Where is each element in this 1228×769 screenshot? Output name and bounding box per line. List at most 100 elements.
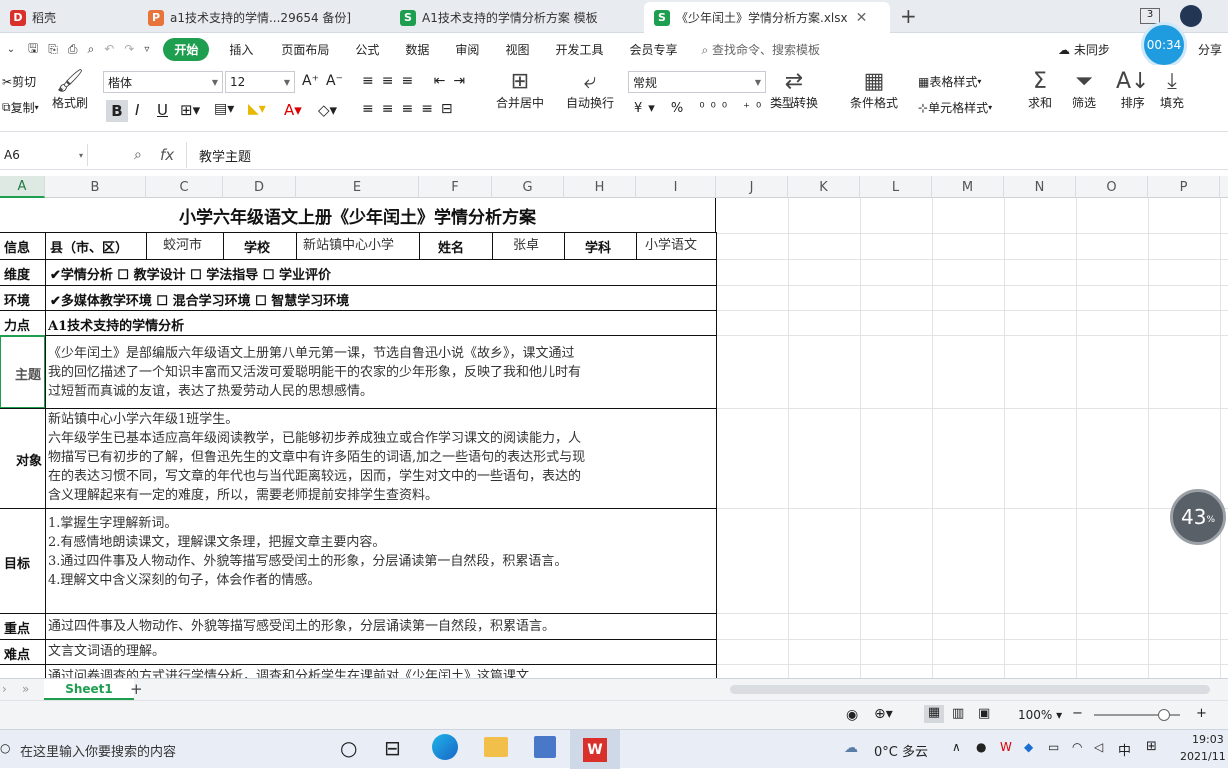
conditional-format-button[interactable]: ▦ 条件格式	[850, 69, 898, 111]
edge-icon[interactable]	[432, 734, 458, 760]
column-header-J[interactable]: J	[716, 176, 788, 198]
sort-button[interactable]: A↓ 排序	[1116, 69, 1149, 111]
next-label-cell[interactable]	[0, 664, 46, 678]
table-style-button[interactable]: ▦ 表格样式 ▾	[918, 73, 981, 90]
close-icon[interactable]: ✕	[856, 10, 868, 26]
search-commands[interactable]: ⌕ 查找命令、搜索模板	[701, 41, 820, 58]
menu-data[interactable]: 数据	[405, 41, 429, 58]
wps-taskbar-button[interactable]: W	[570, 730, 620, 769]
keypoint-value-cell[interactable]: 通过四件事及人物动作、外貌等描写感受闰土的形象，分层诵读第一自然段，积累语言。	[45, 613, 717, 640]
grow-font-icon[interactable]: A⁺	[302, 73, 319, 89]
window-count-badge[interactable]: 3	[1140, 8, 1160, 24]
ability-value-cell[interactable]: A1技术支持的学情分析	[45, 310, 717, 336]
filter-button[interactable]: ⏷ 筛选	[1072, 69, 1096, 111]
zoom-slider-thumb[interactable]	[1158, 709, 1170, 721]
prev-sheet-icon[interactable]: ›	[2, 682, 7, 696]
menu-member[interactable]: 会员专享	[629, 41, 677, 58]
dimension-value-cell[interactable]: ✔学情分析 ☐ 教学设计 ☐ 学法指导 ☐ 学业评价	[45, 259, 717, 286]
file-explorer-icon[interactable]	[484, 737, 508, 757]
tab-active-workbook[interactable]: S 《少年闰土》学情分析方案.xlsx ✕	[644, 2, 890, 33]
dimension-label-cell[interactable]: 维度	[0, 259, 46, 286]
zoom-out-icon[interactable]: −	[1072, 706, 1083, 721]
menu-home[interactable]: 开始	[163, 37, 210, 61]
spreadsheet-grid[interactable]: 小学六年级语文上册《少年闰土》学情分析方案 信息 县（市、区） 蛟河市 学校 新…	[0, 198, 1228, 678]
share-button[interactable]: 分享	[1198, 41, 1222, 58]
tab-template[interactable]: S A1技术支持的学情分析方案 模板	[390, 2, 638, 33]
column-header-E[interactable]: E	[296, 176, 419, 198]
font-size-select[interactable]: 12 ▼	[225, 71, 295, 93]
environment-value-cell[interactable]: ✔多媒体教学环境 ☐ 混合学习环境 ☐ 智慧学习环境	[45, 285, 717, 311]
column-header-I[interactable]: I	[636, 176, 716, 198]
menu-formula[interactable]: 公式	[355, 41, 379, 58]
goal-value-cell[interactable]: 1.掌握生字理解新词。 2.有感情地朗读课文，理解课文条理，把握文章主要内容。 …	[45, 508, 717, 614]
undo-icon[interactable]: ↶	[104, 42, 114, 56]
subject-label-cell[interactable]: 学科	[564, 232, 637, 260]
menu-insert[interactable]: 插入	[229, 41, 253, 58]
font-family-select[interactable]: 楷体 ▼	[103, 71, 223, 93]
volume-icon[interactable]: ◁	[1094, 740, 1103, 754]
column-header-F[interactable]: F	[419, 176, 492, 198]
column-header-B[interactable]: B	[45, 176, 146, 198]
school-value-cell[interactable]: 新站镇中心小学	[296, 232, 420, 260]
school-label-cell[interactable]: 学校	[223, 232, 297, 260]
taskbar-search-input[interactable]: 在这里输入你要搜索的内容	[20, 741, 176, 760]
tray-chevron-icon[interactable]: ∧	[952, 740, 961, 754]
font-color-icon[interactable]: A▾	[284, 101, 302, 119]
mic-icon[interactable]: ●	[976, 740, 986, 754]
next-value-cell[interactable]: 通过问卷调查的方式进行学情分析，调查和分析学生在课前对《少年闰土》这篇课文	[45, 664, 717, 678]
topic-value-cell[interactable]: 《少年闰土》是部编版六年级语文上册第八单元第一课，节选自鲁迅小说《故乡》，课文通…	[45, 335, 717, 409]
ability-label-cell[interactable]: 力点	[0, 310, 46, 336]
cloud-sync[interactable]: ☁ 未同步	[1058, 41, 1110, 58]
copy-button[interactable]: ⧉ 复制 ▾	[2, 99, 39, 116]
fx-icon[interactable]: fx	[160, 146, 174, 164]
county-value-cell[interactable]: 蛟河市	[146, 232, 224, 260]
column-header-D[interactable]: D	[223, 176, 296, 198]
column-header-A[interactable]: A	[0, 176, 45, 198]
italic-icon[interactable]: I	[135, 101, 139, 119]
menu-developer[interactable]: 开发工具	[555, 41, 603, 58]
number-format-select[interactable]: 常规 ▼	[628, 71, 766, 93]
county-label-cell[interactable]: 县（市、区）	[45, 232, 147, 260]
preview-icon[interactable]: ⌕	[87, 42, 94, 57]
last-sheet-icon[interactable]: »	[22, 682, 29, 696]
cut-button[interactable]: ✂ 剪切	[2, 73, 36, 90]
goal-label-cell[interactable]: 目标	[0, 508, 46, 614]
page-break-view-icon[interactable]: ▣	[978, 706, 990, 721]
clock-time[interactable]: 19:03	[1192, 733, 1224, 746]
horizontal-scrollbar[interactable]	[730, 685, 1210, 694]
ime-indicator[interactable]: 中	[1118, 740, 1131, 759]
format-painter-button[interactable]: 🖌 格式刷	[52, 69, 88, 111]
more-icon[interactable]: ▿	[144, 44, 149, 55]
difficulty-label-cell[interactable]: 难点	[0, 639, 46, 665]
avatar[interactable]	[1180, 5, 1202, 27]
environment-label-cell[interactable]: 环境	[0, 285, 46, 311]
ime-mode-icon[interactable]: ⊞	[1146, 739, 1157, 754]
object-label-cell[interactable]: 对象	[0, 408, 46, 509]
redo-icon[interactable]: ↷	[124, 42, 134, 56]
name-label-cell[interactable]: 姓名	[419, 232, 493, 260]
column-header-L[interactable]: L	[860, 176, 932, 198]
export-icon[interactable]: ⎘	[48, 42, 58, 57]
info-label-cell[interactable]: 信息	[0, 232, 46, 260]
fill-button[interactable]: ⤓ 填充	[1160, 69, 1184, 111]
column-header-G[interactable]: G	[492, 176, 564, 198]
add-sheet-button[interactable]: +	[130, 680, 143, 698]
clock-date[interactable]: 2021/11	[1180, 750, 1226, 763]
fill-color-icon[interactable]: ◣▾	[248, 101, 266, 117]
column-header-O[interactable]: O	[1076, 176, 1148, 198]
save-icon[interactable]: 🖫	[28, 39, 38, 60]
zoom-in-icon[interactable]: +	[1196, 706, 1207, 721]
column-header-H[interactable]: H	[564, 176, 636, 198]
topic-label-cell-selected[interactable]: 主题	[0, 335, 46, 409]
tab-docer[interactable]: D 稻壳	[0, 2, 128, 33]
display-icon[interactable]: ▭	[1048, 740, 1059, 754]
menu-review[interactable]: 审阅	[455, 41, 479, 58]
wifi-icon[interactable]: ◠	[1072, 740, 1082, 754]
normal-view-icon[interactable]: ▦	[924, 705, 944, 723]
subject-value-cell[interactable]: 小学语文	[636, 232, 717, 260]
type-convert-button[interactable]: ⇄ 类型转换	[770, 69, 818, 111]
difficulty-value-cell[interactable]: 文言文词语的理解。	[45, 639, 717, 665]
merge-center-button[interactable]: ⊞ 合并居中	[496, 69, 544, 111]
name-value-cell[interactable]: 张卓	[492, 232, 565, 260]
vertical-align-icons[interactable]: ≡≡≡ ⇤⇥	[362, 73, 473, 89]
